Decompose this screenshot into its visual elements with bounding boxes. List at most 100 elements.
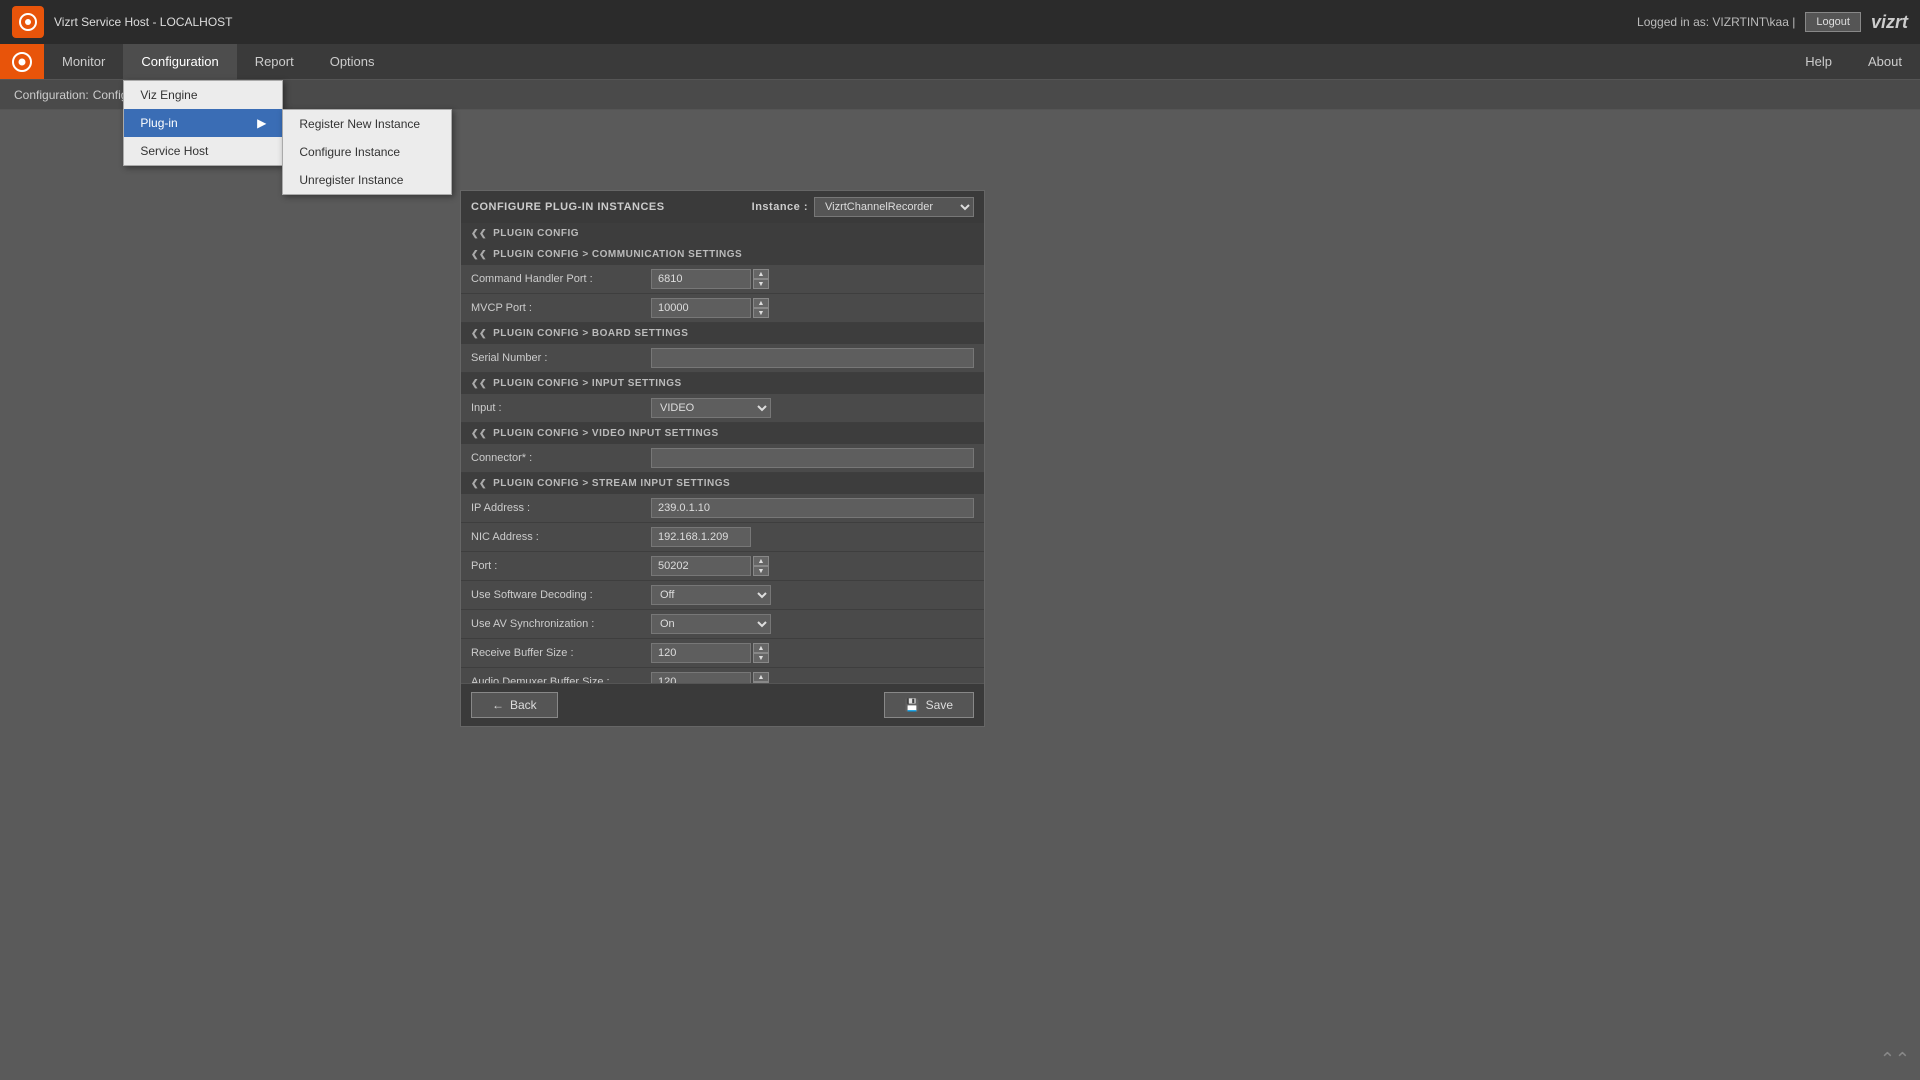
mvcp-port-input[interactable] xyxy=(651,298,751,318)
section-communication-label: PLUGIN CONFIG > COMMUNICATION SETTINGS xyxy=(493,249,742,260)
serial-number-input[interactable] xyxy=(651,348,974,368)
audio-demuxer-input[interactable] xyxy=(651,672,751,683)
nav-item-monitor[interactable]: Monitor xyxy=(44,44,123,79)
submenu-item-register[interactable]: Register New Instance xyxy=(283,110,451,138)
app-title: Vizrt Service Host - LOCALHOST xyxy=(54,15,233,29)
field-label-receive-buffer: Receive Buffer Size : xyxy=(471,647,651,659)
nav-item-options[interactable]: Options xyxy=(312,44,393,79)
back-arrow-icon: ← xyxy=(492,698,504,712)
field-label-av-sync: Use AV Synchronization : xyxy=(471,618,651,630)
port-down[interactable]: ▼ xyxy=(753,566,769,576)
chevron-icon-comm: ❮❮ xyxy=(471,249,487,260)
section-plugin-config-header[interactable]: ❮❮ PLUGIN CONFIG xyxy=(461,223,984,244)
nav-logo-icon xyxy=(0,44,44,79)
connector-input[interactable] xyxy=(651,448,974,468)
instance-select[interactable]: VizrtChannelRecorder xyxy=(814,197,974,217)
field-label-command-handler: Command Handler Port : xyxy=(471,273,651,285)
ip-address-input[interactable] xyxy=(651,498,974,518)
submenu-item-unregister[interactable]: Unregister Instance xyxy=(283,166,451,194)
navbar: Monitor Configuration Viz Engine Plug-in… xyxy=(0,44,1920,80)
receive-buffer-down[interactable]: ▼ xyxy=(753,653,769,663)
logout-button[interactable]: Logout xyxy=(1805,12,1861,32)
section-communication-header[interactable]: ❮❮ PLUGIN CONFIG > COMMUNICATION SETTING… xyxy=(461,244,984,265)
breadcrumb: Configuration: Config... xyxy=(0,80,1920,110)
field-audio-demuxer: Audio Demuxer Buffer Size : ▲ ▼ xyxy=(461,668,984,683)
section-board-header[interactable]: ❮❮ PLUGIN CONFIG > BOARD SETTINGS xyxy=(461,323,984,344)
topbar-left: Vizrt Service Host - LOCALHOST xyxy=(12,6,233,38)
panel-body: ❮❮ PLUGIN CONFIG ❮❮ PLUGIN CONFIG > COMM… xyxy=(461,223,984,683)
nav-options-label: Options xyxy=(330,54,375,69)
nav-help-label: Help xyxy=(1805,54,1832,69)
field-software-decoding: Use Software Decoding : Off On xyxy=(461,581,984,610)
submenu-arrow-icon: ▶ xyxy=(257,116,266,130)
app-logo-icon xyxy=(12,6,44,38)
instance-label: Instance : xyxy=(752,201,808,213)
section-input-label: PLUGIN CONFIG > INPUT SETTINGS xyxy=(493,378,682,389)
menu-item-plug-in[interactable]: Plug-in ▶ Register New Instance Configur… xyxy=(124,109,282,137)
command-handler-port-input[interactable] xyxy=(651,269,751,289)
section-input-header[interactable]: ❮❮ PLUGIN CONFIG > INPUT SETTINGS xyxy=(461,373,984,394)
section-board-label: PLUGIN CONFIG > BOARD SETTINGS xyxy=(493,328,688,339)
chevron-icon: ❮❮ xyxy=(471,228,487,239)
field-receive-buffer: Receive Buffer Size : ▲ ▼ xyxy=(461,639,984,668)
field-label-port: Port : xyxy=(471,560,651,572)
nav-item-about[interactable]: About xyxy=(1850,44,1920,79)
menu-item-viz-engine[interactable]: Viz Engine xyxy=(124,81,282,109)
port-spinbtns: ▲ ▼ xyxy=(753,556,769,576)
audio-demuxer-spinbtns: ▲ ▼ xyxy=(753,672,769,683)
section-input-body: Input : VIDEO xyxy=(461,394,984,423)
scroll-to-top-icon[interactable]: ⌃⌃ xyxy=(1880,1049,1910,1070)
field-serial-number: Serial Number : xyxy=(461,344,984,373)
nav-item-configuration[interactable]: Configuration Viz Engine Plug-in ▶ Regis… xyxy=(123,44,236,79)
field-label-mvcp: MVCP Port : xyxy=(471,302,651,314)
nav-item-report[interactable]: Report xyxy=(237,44,312,79)
field-command-handler-port: Command Handler Port : ▲ ▼ xyxy=(461,265,984,294)
audio-demuxer-down[interactable]: ▼ xyxy=(753,682,769,683)
field-input: Input : VIDEO xyxy=(461,394,984,423)
section-stream-header[interactable]: ❮❮ PLUGIN CONFIG > STREAM INPUT SETTINGS xyxy=(461,473,984,494)
field-label-input: Input : xyxy=(471,402,651,414)
main-content: CONFIGURE PLUG-IN INSTANCES Instance : V… xyxy=(0,110,1920,1080)
nic-address-input[interactable] xyxy=(651,527,751,547)
av-sync-dropdown[interactable]: On Off xyxy=(651,614,771,634)
save-icon: 💾 xyxy=(905,698,920,712)
menu-item-service-host[interactable]: Service Host xyxy=(124,137,282,165)
spinbox-receive-buffer: ▲ ▼ xyxy=(651,643,769,663)
section-video-header[interactable]: ❮❮ PLUGIN CONFIG > VIDEO INPUT SETTINGS xyxy=(461,423,984,444)
nav-item-help[interactable]: Help xyxy=(1787,44,1850,79)
command-handler-down[interactable]: ▼ xyxy=(753,279,769,289)
input-dropdown[interactable]: VIDEO xyxy=(651,398,771,418)
nav-about-label: About xyxy=(1868,54,1902,69)
field-av-sync: Use AV Synchronization : On Off xyxy=(461,610,984,639)
vizrt-logo: vizrt xyxy=(1871,12,1908,33)
port-up[interactable]: ▲ xyxy=(753,556,769,566)
nav-report-label: Report xyxy=(255,54,294,69)
receive-buffer-input[interactable] xyxy=(651,643,751,663)
breadcrumb-prefix: Configuration: xyxy=(14,88,89,102)
mvcp-up[interactable]: ▲ xyxy=(753,298,769,308)
section-video-label: PLUGIN CONFIG > VIDEO INPUT SETTINGS xyxy=(493,428,719,439)
chevron-icon-stream: ❮❮ xyxy=(471,478,487,489)
field-mvcp-port: MVCP Port : ▲ ▼ xyxy=(461,294,984,323)
instance-select-row: Instance : VizrtChannelRecorder xyxy=(752,197,974,217)
spinbox-audio-demuxer: ▲ ▼ xyxy=(651,672,769,683)
receive-buffer-up[interactable]: ▲ xyxy=(753,643,769,653)
submenu-item-configure[interactable]: Configure Instance xyxy=(283,138,451,166)
software-decoding-dropdown[interactable]: Off On xyxy=(651,585,771,605)
field-label-ip: IP Address : xyxy=(471,502,651,514)
section-stream-label: PLUGIN CONFIG > STREAM INPUT SETTINGS xyxy=(493,478,730,489)
chevron-icon-board: ❮❮ xyxy=(471,328,487,339)
section-video-body: Connector* : xyxy=(461,444,984,473)
field-label-connector: Connector* : xyxy=(471,452,651,464)
spinbox-mvcp: ▲ ▼ xyxy=(651,298,769,318)
port-input[interactable] xyxy=(651,556,751,576)
section-plugin-config-label: PLUGIN CONFIG xyxy=(493,228,579,239)
panel-title: CONFIGURE PLUG-IN INSTANCES xyxy=(471,201,665,213)
field-label-serial: Serial Number : xyxy=(471,352,651,364)
command-handler-up[interactable]: ▲ xyxy=(753,269,769,279)
panel-header: CONFIGURE PLUG-IN INSTANCES Instance : V… xyxy=(461,191,984,223)
save-button[interactable]: 💾 Save xyxy=(884,692,974,718)
mvcp-down[interactable]: ▼ xyxy=(753,308,769,318)
back-button[interactable]: ← Back xyxy=(471,692,558,718)
audio-demuxer-up[interactable]: ▲ xyxy=(753,672,769,682)
